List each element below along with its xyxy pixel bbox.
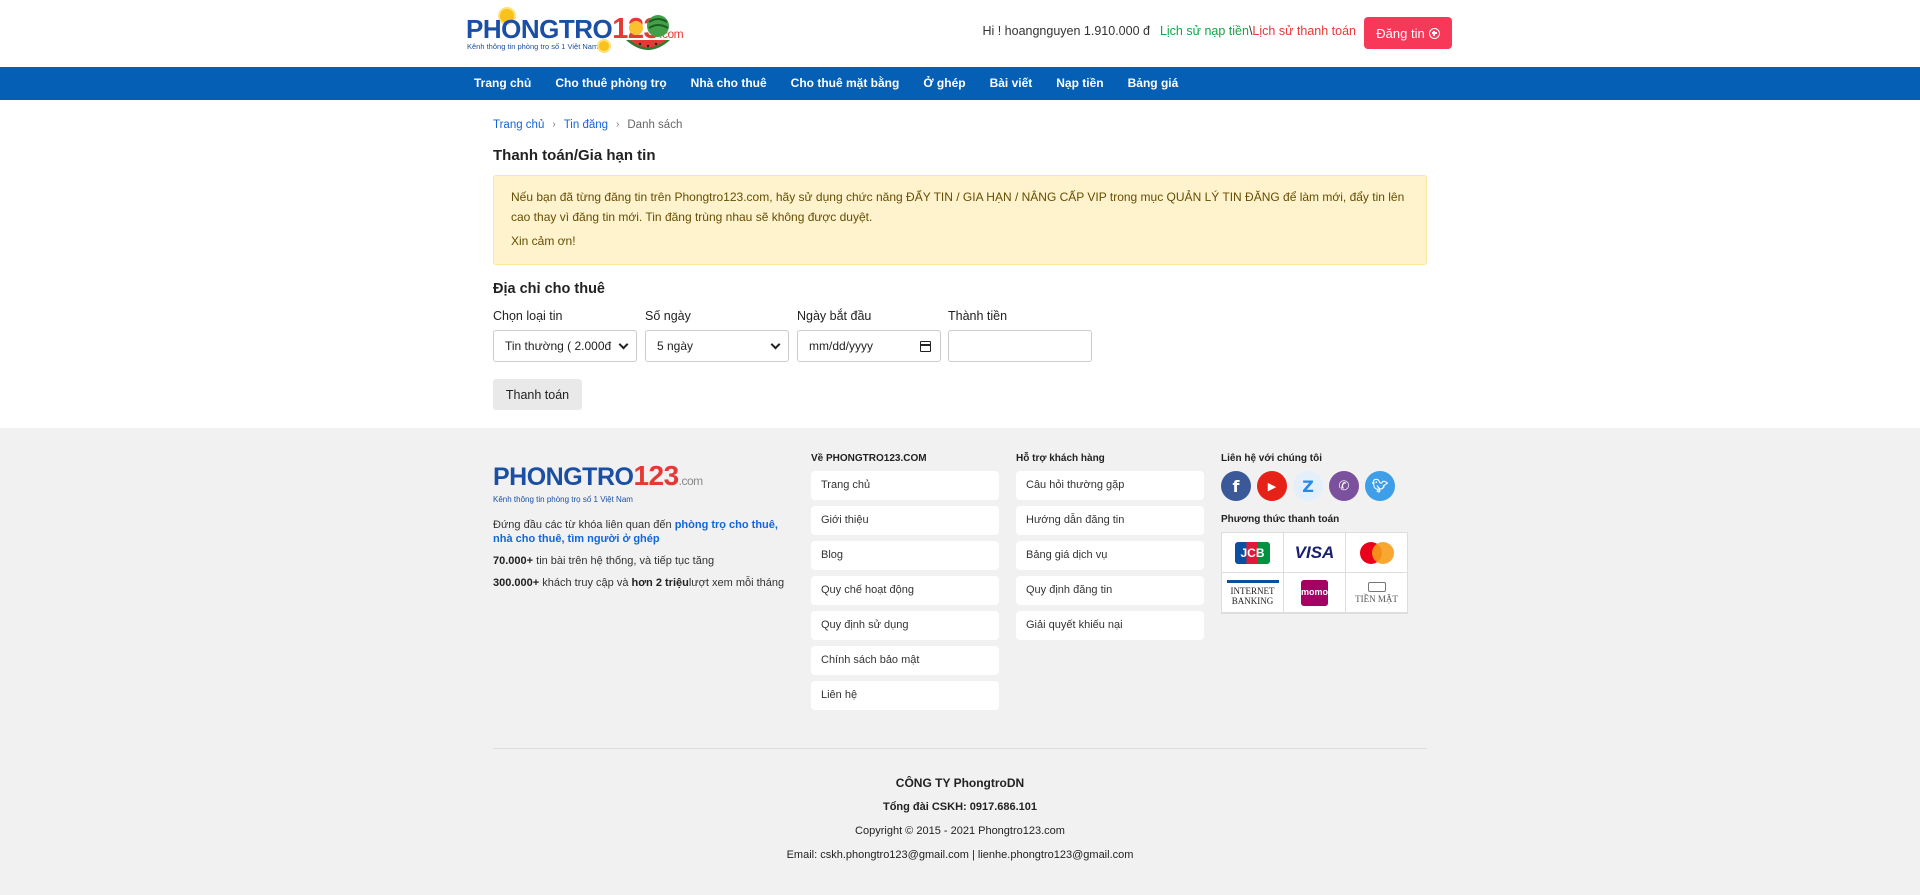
footer-link-posting-guide[interactable]: Hướng dẫn đăng tin [1016, 506, 1204, 535]
zalo-icon[interactable]: Z [1293, 471, 1323, 501]
internet-banking-logo: INTERNET BANKING [1222, 573, 1284, 613]
footer-stat-posts: 70.000+ tin bài trên hệ thống, và tiếp t… [493, 555, 715, 567]
footer-company: CÔNG TY PhongtroDN [895, 776, 1025, 790]
days-select[interactable]: 5 ngày [645, 330, 789, 362]
cash-icon [1367, 581, 1386, 592]
notice-box: Nếu bạn đã từng đăng tin trên Phongtro12… [493, 175, 1427, 265]
nav-item-roommate[interactable]: Ở ghép [911, 67, 977, 100]
total-field: Thành tiền [948, 309, 1092, 362]
post-type-value: Tin thường ( 2.000đ [505, 339, 612, 353]
footer-stat-visitors: 300.000+ khách truy cập và hơn 2 triệulư… [493, 577, 785, 589]
user-greeting: Hi ! hoangnguyen 1.910.000 đ [982, 24, 1150, 38]
breadcrumb: Trang chủ › Tin đăng › Danh sách [493, 119, 682, 131]
momo-logo: mo mo [1284, 573, 1346, 613]
plus-circle-icon [1428, 27, 1440, 39]
nav-item-house-rental[interactable]: Nhà cho thuê [679, 67, 779, 100]
footer-link-terms[interactable]: Quy định sử dụng [811, 611, 999, 640]
footer-email: Email: cskh.phongtro123@gmail.com | lien… [786, 849, 1134, 861]
footer-about-keywords: Đứng đầu các từ khóa liên quan đến phòng… [493, 519, 778, 545]
nav-item-room-rental[interactable]: Cho thuê phòng trọ [543, 67, 678, 100]
footer-contact-column: Liên hệ với chúng tôi f ▶ Z ✆ 🐦︎ Phương … [1221, 453, 1408, 614]
start-date-label: Ngày bắt đầu [797, 309, 872, 323]
total-label: Thành tiền [948, 309, 1008, 323]
footer-about-column: Về PHONGTRO123.COM Trang chủ Giới thiệu … [811, 453, 999, 716]
footer-link-blog[interactable]: Blog [811, 541, 999, 570]
start-date-field: Ngày bắt đầu mm/dd/yyyy [797, 309, 941, 362]
nav-item-premises-rental[interactable]: Cho thuê mặt bằng [779, 67, 912, 100]
footer-link-intro[interactable]: Giới thiệu [811, 506, 999, 535]
footer-logo[interactable]: PHONGTRO123.com Kênh thông tin phòng trọ… [493, 460, 703, 505]
main-nav: Trang chủ Cho thuê phòng trọ Nhà cho thu… [0, 67, 1920, 100]
post-type-label: Chọn loại tin [493, 309, 563, 323]
jcb-logo: JCB [1222, 533, 1284, 573]
footer-copyright: Copyright © 2015 - 2021 Phongtro123.com [855, 825, 1065, 837]
social-links: f ▶ Z ✆ 🐦︎ [1221, 471, 1408, 501]
days-value: 5 ngày [657, 339, 694, 353]
user-area: Hi ! hoangnguyen 1.910.000 đ Lịch sử nạp… [982, 24, 1356, 38]
post-listing-button[interactable]: Đăng tin [1364, 17, 1452, 49]
footer-about-title: Về PHONGTRO123.COM [811, 453, 927, 464]
footer-about: Đứng đầu các từ khóa liên quan đến phòng… [493, 518, 793, 598]
post-button-label: Đăng tin [1376, 25, 1425, 41]
site-header: PHONGTRO123.com Kênh thông tin phòng trọ… [0, 0, 1920, 67]
chevron-down-icon [770, 339, 781, 350]
footer-link-service-pricing[interactable]: Bảng giá dịch vụ [1016, 541, 1204, 570]
breadcrumb-home[interactable]: Trang chủ [493, 119, 544, 131]
payment-history-link[interactable]: Lịch sử thanh toán [1252, 24, 1356, 38]
viber-icon[interactable]: ✆ [1329, 471, 1359, 501]
breadcrumb-posts[interactable]: Tin đăng [564, 119, 608, 131]
section-title: Địa chỉ cho thuê [493, 281, 605, 297]
footer-contact-title: Liên hệ với chúng tôi [1221, 453, 1323, 464]
payment-methods: JCB VISA INTERNET BANKING mo mo TIỀN MẶT [1221, 532, 1408, 614]
chevron-right-icon: › [552, 119, 556, 130]
chevron-right-icon: › [616, 119, 620, 130]
nav-item-articles[interactable]: Bài viết [978, 67, 1045, 100]
site-logo[interactable]: PHONGTRO123.com Kênh thông tin phòng trọ… [466, 8, 684, 58]
facebook-icon[interactable]: f [1221, 471, 1251, 501]
footer-logo-slogan: Kênh thông tin phòng trọ số 1 Việt Nam [493, 495, 633, 504]
footer-link-privacy[interactable]: Chính sách bảo mật [811, 646, 999, 675]
nav-item-home[interactable]: Trang chủ [462, 67, 543, 100]
post-type-select[interactable]: Tin thường ( 2.000đ [493, 330, 637, 362]
days-label: Số ngày [645, 309, 691, 323]
chevron-down-icon [618, 339, 629, 350]
footer-hotline: Tổng đài CSKH: 0917.686.101 [882, 801, 1038, 813]
start-date-placeholder: mm/dd/yyyy [809, 339, 874, 353]
youtube-icon[interactable]: ▶ [1257, 471, 1287, 501]
notice-thanks: Xin cảm ơn! [511, 234, 576, 248]
total-input[interactable] [948, 330, 1092, 362]
footer-link-posting-rules[interactable]: Quy định đăng tin [1016, 576, 1204, 605]
nav-item-pricing[interactable]: Bảng giá [1116, 67, 1191, 100]
nav-item-topup[interactable]: Nạp tiền [1044, 67, 1115, 100]
start-date-input[interactable]: mm/dd/yyyy [797, 330, 941, 362]
page-title: Thanh toán/Gia hạn tin [493, 147, 656, 164]
mastercard-logo [1346, 533, 1408, 573]
visa-logo: VISA [1284, 533, 1346, 573]
calendar-icon[interactable] [920, 341, 931, 352]
post-type-field: Chọn loại tin Tin thường ( 2.000đ [493, 309, 637, 362]
footer-support-title: Hỗ trợ khách hàng [1016, 453, 1105, 464]
footer-link-faq[interactable]: Câu hỏi thường gặp [1016, 471, 1204, 500]
site-footer: PHONGTRO123.com Kênh thông tin phòng trọ… [0, 428, 1920, 895]
days-field: Số ngày 5 ngày [645, 309, 789, 362]
breadcrumb-current: Danh sách [627, 119, 683, 131]
footer-logo-text: PHONGTRO123.com [493, 460, 703, 491]
topup-history-link[interactable]: Lịch sử nạp tiền [1160, 24, 1249, 38]
footer-link-home[interactable]: Trang chủ [811, 471, 999, 500]
footer-divider [493, 748, 1427, 749]
logo-slogan: Kênh thông tin phòng trọ số 1 Việt Nam [467, 42, 599, 51]
flower-icon [599, 41, 609, 51]
cash-logo: TIỀN MẶT [1346, 573, 1408, 613]
notice-text: Nếu bạn đã từng đăng tin trên Phongtro12… [511, 190, 1405, 224]
footer-link-regulations[interactable]: Quy chế hoạt động [811, 576, 999, 605]
pay-button[interactable]: Thanh toán [493, 379, 582, 410]
footer-link-contact[interactable]: Liên hệ [811, 681, 999, 710]
footer-support-column: Hỗ trợ khách hàng Câu hỏi thường gặp Hướ… [1016, 453, 1204, 646]
twitter-icon[interactable]: 🐦︎ [1365, 471, 1395, 501]
footer-payment-title: Phương thức thanh toán [1221, 514, 1340, 525]
watermelon-icon [626, 15, 670, 50]
footer-link-complaints[interactable]: Giải quyết khiếu nại [1016, 611, 1204, 640]
